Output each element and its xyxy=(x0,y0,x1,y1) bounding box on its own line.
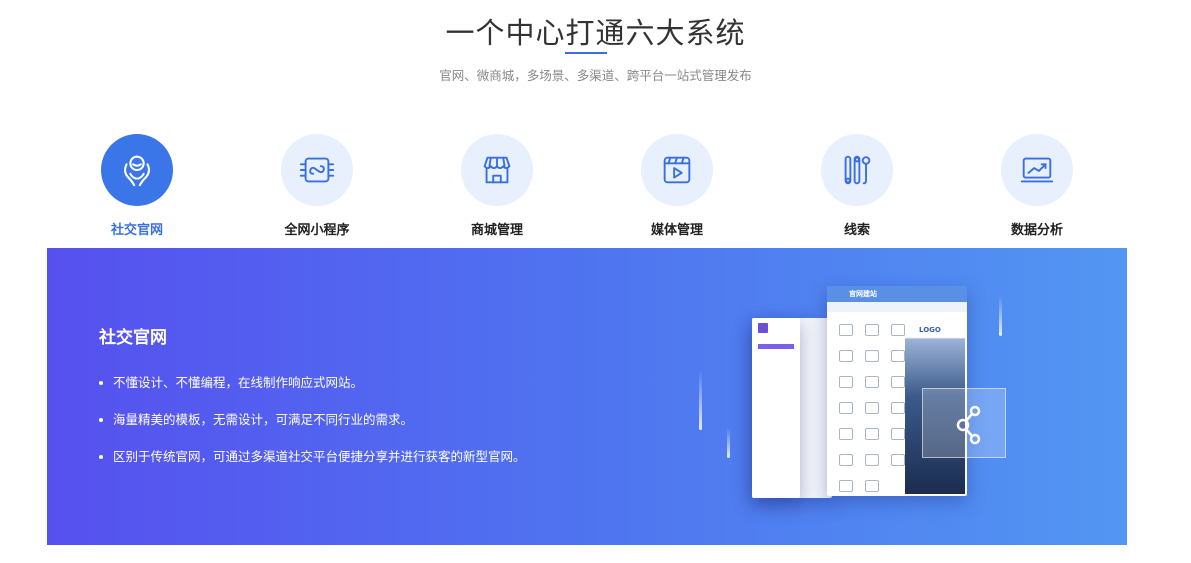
tab-mini-program[interactable]: 全网小程序 xyxy=(247,134,387,238)
list-item: 不懂设计、不懂编程，在线制作响应式网站。 xyxy=(99,374,526,411)
tab-data-analysis[interactable]: 数据分析 xyxy=(967,134,1107,238)
feature-bullet-list: 不懂设计、不懂编程，在线制作响应式网站。 海量精美的模板，无需设计，可满足不同行… xyxy=(99,374,526,485)
list-item: 海量精美的模板，无需设计，可满足不同行业的需求。 xyxy=(99,411,526,448)
tab-label: 全网小程序 xyxy=(284,223,350,238)
builder-sidebar-window xyxy=(752,318,800,498)
builder-window-title: 官网建站 xyxy=(849,290,877,298)
decor-glow xyxy=(999,296,1002,336)
tab-social-website[interactable]: 社交官网 xyxy=(67,134,207,238)
logo-placeholder: LOGO xyxy=(919,326,941,334)
sliders-icon xyxy=(821,134,893,206)
website-builder-illustration: 官网建站 LOGO xyxy=(697,278,1027,518)
title-underline xyxy=(565,52,607,54)
tab-label: 线索 xyxy=(843,223,870,238)
tab-media-management[interactable]: 媒体管理 xyxy=(607,134,747,238)
tab-label: 社交官网 xyxy=(110,223,163,238)
tab-mall-management[interactable]: 商城管理 xyxy=(427,134,567,238)
tab-label: 商城管理 xyxy=(470,223,523,238)
section-title: 一个中心打通六大系统 xyxy=(445,16,746,50)
share-icon xyxy=(956,405,981,445)
mini-program-icon xyxy=(281,134,353,206)
people-hands-icon xyxy=(101,134,173,206)
feature-tabs: 社交官网 全网小程序 商城管理 媒体管理 线索 数据分析 xyxy=(47,134,1127,238)
tab-label: 媒体管理 xyxy=(650,223,703,238)
component-grid xyxy=(833,320,913,502)
decor-glow xyxy=(699,370,702,430)
list-item: 区别于传统官网，可通过多渠道社交平台便捷分享并进行获客的新型官网。 xyxy=(99,448,526,485)
share-overlay-card xyxy=(922,388,1006,458)
decor-glow xyxy=(727,428,730,458)
panel-title: 社交官网 xyxy=(99,328,167,348)
tab-leads[interactable]: 线索 xyxy=(787,134,927,238)
section-subtitle: 官网、微商城，多场景、多渠道、跨平台一站式管理发布 xyxy=(439,68,752,83)
feature-detail-panel: 社交官网 不懂设计、不懂编程，在线制作响应式网站。 海量精美的模板，无需设计，可… xyxy=(47,248,1127,545)
builder-title-bar: 官网建站 xyxy=(827,286,967,302)
video-clapper-icon xyxy=(641,134,713,206)
tab-label: 数据分析 xyxy=(1010,223,1063,238)
chart-monitor-icon xyxy=(1001,134,1073,206)
storefront-icon xyxy=(461,134,533,206)
